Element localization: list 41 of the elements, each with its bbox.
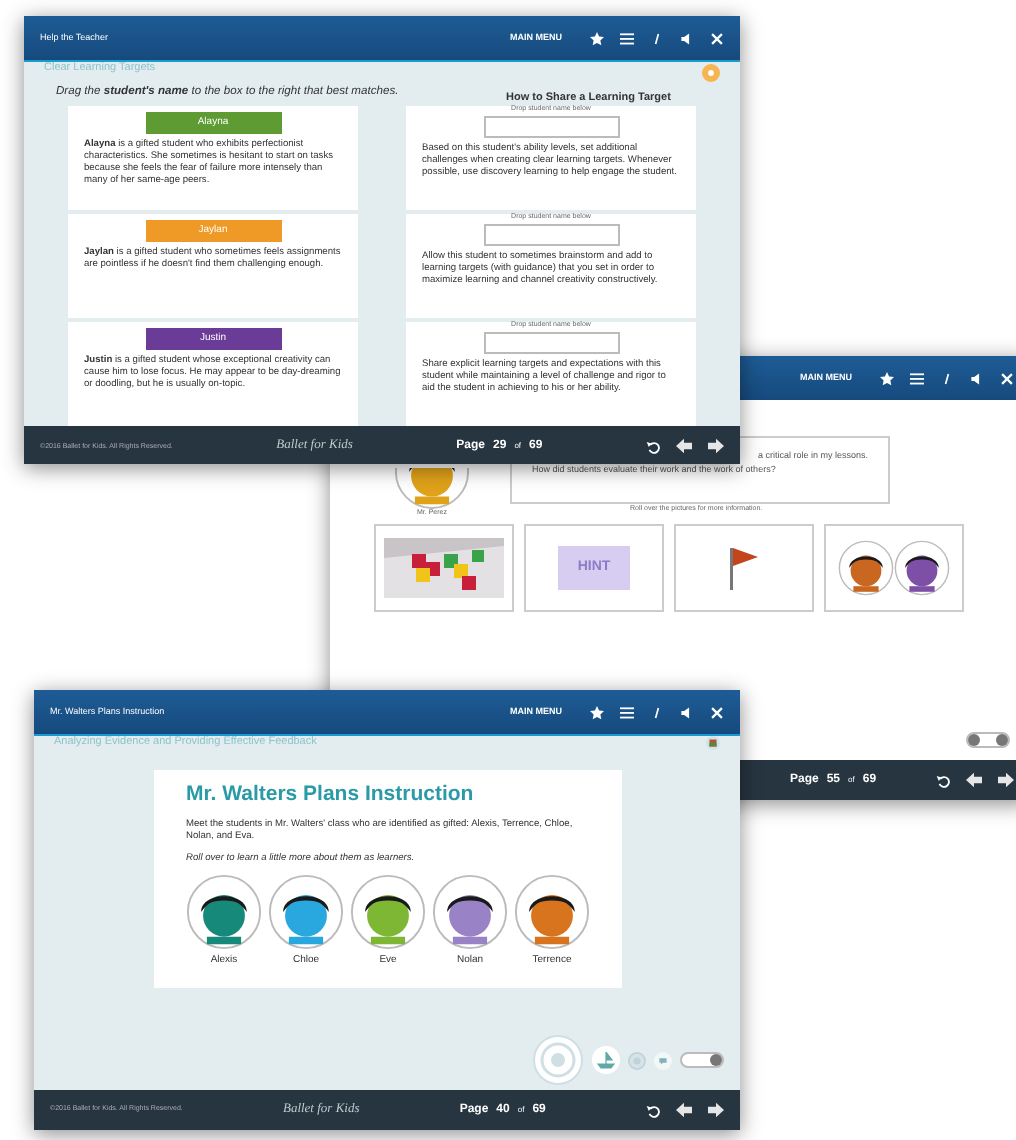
undo-icon[interactable] [645, 1103, 660, 1117]
menu-icon[interactable] [620, 705, 634, 719]
student-avatar-icon[interactable] [350, 873, 426, 950]
picture-tile[interactable] [674, 524, 814, 612]
speaker-icon[interactable] [680, 705, 694, 719]
close-icon[interactable] [710, 705, 724, 719]
back-arrow-icon[interactable] [675, 1102, 692, 1118]
info-icon[interactable] [650, 705, 664, 719]
drop-field[interactable] [483, 223, 619, 246]
star-icon[interactable] [590, 31, 604, 45]
back-arrow-icon[interactable] [675, 438, 692, 455]
slide-heading: Mr. Walters Plans Instruction [186, 782, 476, 808]
teacher-avatar-icon [394, 468, 470, 510]
back-arrow-icon[interactable] [966, 772, 982, 788]
menu-icon[interactable] [620, 31, 634, 45]
student-avatar-icon[interactable] [186, 873, 262, 950]
close-icon[interactable] [1000, 371, 1014, 385]
undo-icon[interactable] [936, 773, 950, 787]
picture-tile[interactable] [374, 524, 514, 612]
forward-arrow-icon[interactable] [707, 1102, 724, 1118]
student-avatar-icon[interactable] [268, 873, 344, 950]
flag-icon [728, 546, 760, 590]
undo-icon[interactable] [645, 439, 660, 454]
info-icon[interactable] [940, 371, 954, 385]
page-slider-icon[interactable] [966, 732, 1010, 748]
speaker-icon[interactable] [680, 31, 694, 45]
drop-field[interactable] [483, 115, 619, 138]
menu-icon[interactable] [910, 371, 924, 385]
boat-icon[interactable] [592, 1046, 620, 1074]
student-avatar-icon[interactable] [432, 873, 508, 950]
forward-arrow-icon[interactable] [707, 438, 724, 455]
speaker-icon[interactable] [970, 371, 984, 385]
drop-field[interactable] [483, 331, 619, 354]
star-icon[interactable] [590, 705, 604, 719]
forward-arrow-icon[interactable] [998, 772, 1014, 788]
page-slider-icon[interactable] [680, 1052, 724, 1068]
star-icon[interactable] [880, 371, 894, 385]
info-icon[interactable] [650, 31, 664, 45]
close-icon[interactable] [710, 31, 724, 45]
picture-tile[interactable] [824, 524, 964, 612]
student-avatar-icon[interactable] [514, 873, 590, 950]
